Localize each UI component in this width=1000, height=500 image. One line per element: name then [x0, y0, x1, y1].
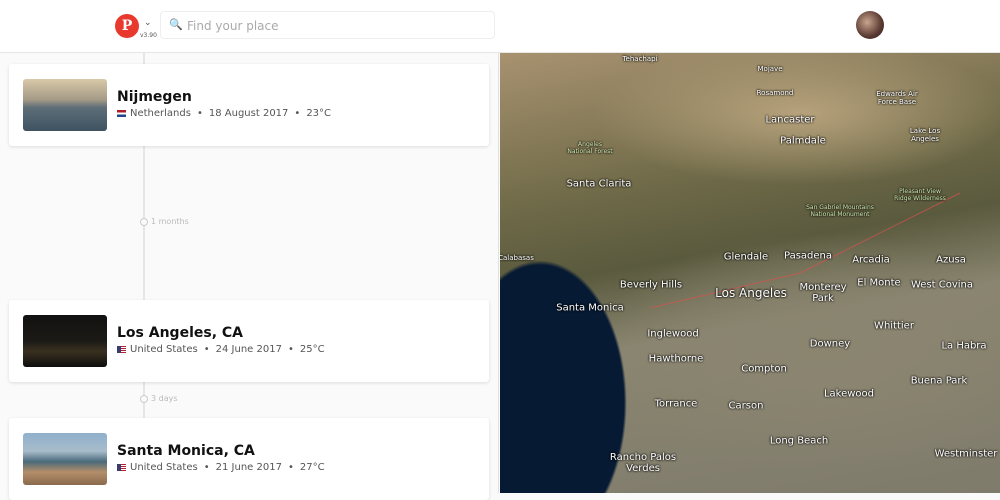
- map-label: Pasadena: [783, 250, 833, 262]
- timeline-card-santa-monica[interactable]: Santa Monica, CA United States • 21 June 2…: [9, 418, 489, 500]
- timeline-card-los-angeles[interactable]: Los Angeles, CA United States • 24 June 20…: [9, 300, 489, 382]
- map-label: Beverly Hills: [619, 279, 683, 291]
- map-label: Lancaster: [765, 114, 815, 126]
- place-country: United States: [130, 344, 198, 355]
- map-label: Arcadia: [852, 254, 890, 266]
- gap-label: 1 months: [151, 217, 189, 226]
- gap-label: 3 days: [151, 394, 178, 403]
- avatar[interactable]: [856, 11, 884, 39]
- timeline-dot-icon: [140, 217, 148, 226]
- place-date: 18 August 2017: [208, 108, 289, 119]
- map-label: Monterey Park: [799, 282, 847, 304]
- map-label: Palmdale: [780, 135, 826, 147]
- map-label: Calabasas: [500, 254, 534, 262]
- place-title: Nijmegen: [117, 89, 192, 105]
- timeline-card-nijmegen[interactable]: Nijmegen Netherlands • 18 August 2017 • 23°C: [9, 64, 489, 146]
- place-temperature: 23°C: [306, 108, 332, 119]
- satellite-map[interactable]: Tehachapi Mojave Rosamond Edwards Air Fo…: [500, 53, 1000, 493]
- map-label: Angeles National Forest: [567, 141, 613, 155]
- flag-us-icon: [117, 463, 126, 471]
- place-country: Netherlands: [130, 108, 191, 119]
- map-label: La Habra: [941, 340, 987, 352]
- flag-us-icon: [117, 345, 126, 353]
- search-icon: 🔍: [169, 18, 183, 31]
- place-country: United States: [130, 462, 198, 473]
- chevron-down-icon[interactable]: ⌄: [144, 18, 152, 28]
- place-title: Los Angeles, CA: [117, 325, 243, 341]
- map-label: Rosamond: [756, 89, 794, 97]
- place-title: Santa Monica, CA: [117, 443, 255, 459]
- place-thumbnail: [23, 79, 107, 131]
- top-bar: P ⌄ v3.90 🔍: [0, 0, 1000, 53]
- map-label: Los Angeles: [715, 286, 787, 300]
- place-thumbnail: [23, 433, 107, 485]
- timeline-panel: Nijmegen Netherlands • 18 August 2017 • 23°C…: [0, 53, 499, 500]
- map-label: Pleasant View Ridge Wilderness: [894, 188, 946, 202]
- search-box[interactable]: 🔍: [160, 11, 495, 39]
- timeline-gap: 1 months: [140, 217, 189, 226]
- map-route-line: [649, 192, 961, 309]
- flag-netherlands-icon: [117, 109, 126, 117]
- map-label: West Covina: [910, 279, 974, 291]
- timeline-gap: 3 days: [140, 394, 178, 403]
- place-temperature: 25°C: [299, 344, 325, 355]
- version-label: v3.90: [140, 32, 157, 39]
- map-label: Glendale: [723, 251, 769, 263]
- map-label: El Monte: [857, 277, 901, 289]
- search-input[interactable]: [187, 16, 487, 36]
- map-label: Rancho Palos Verdes: [609, 452, 677, 474]
- place-date: 24 June 2017: [215, 344, 282, 355]
- map-label: Torrance: [654, 398, 698, 410]
- map-label: Santa Clarita: [566, 178, 632, 190]
- place-temperature: 27°C: [299, 462, 325, 473]
- app-logo[interactable]: P: [115, 14, 139, 38]
- place-thumbnail: [23, 315, 107, 367]
- map-label: Whittier: [874, 320, 914, 332]
- map-label: Lakewood: [823, 388, 875, 400]
- map-label: Tehachapi: [622, 55, 658, 63]
- place-date: 21 June 2017: [215, 462, 282, 473]
- map-label: Compton: [741, 363, 787, 375]
- map-label: Long Beach: [769, 435, 829, 447]
- map-label: Santa Monica: [556, 302, 624, 314]
- map-label: Azusa: [936, 254, 966, 266]
- map-label: Edwards Air Force Base: [876, 90, 918, 106]
- map-label: Buena Park: [910, 375, 968, 387]
- timeline-dot-icon: [140, 394, 148, 403]
- map-label: Downey: [809, 338, 851, 350]
- map-label: Hawthorne: [648, 353, 704, 365]
- map-label: Lake Los Angeles: [909, 127, 941, 143]
- map-label: Westminster: [934, 448, 998, 460]
- map-label: Mojave: [757, 65, 783, 73]
- map-label: Inglewood: [647, 328, 699, 340]
- map-label: San Gabriel Mountains National Monument: [806, 204, 874, 218]
- map-label: Carson: [728, 400, 764, 412]
